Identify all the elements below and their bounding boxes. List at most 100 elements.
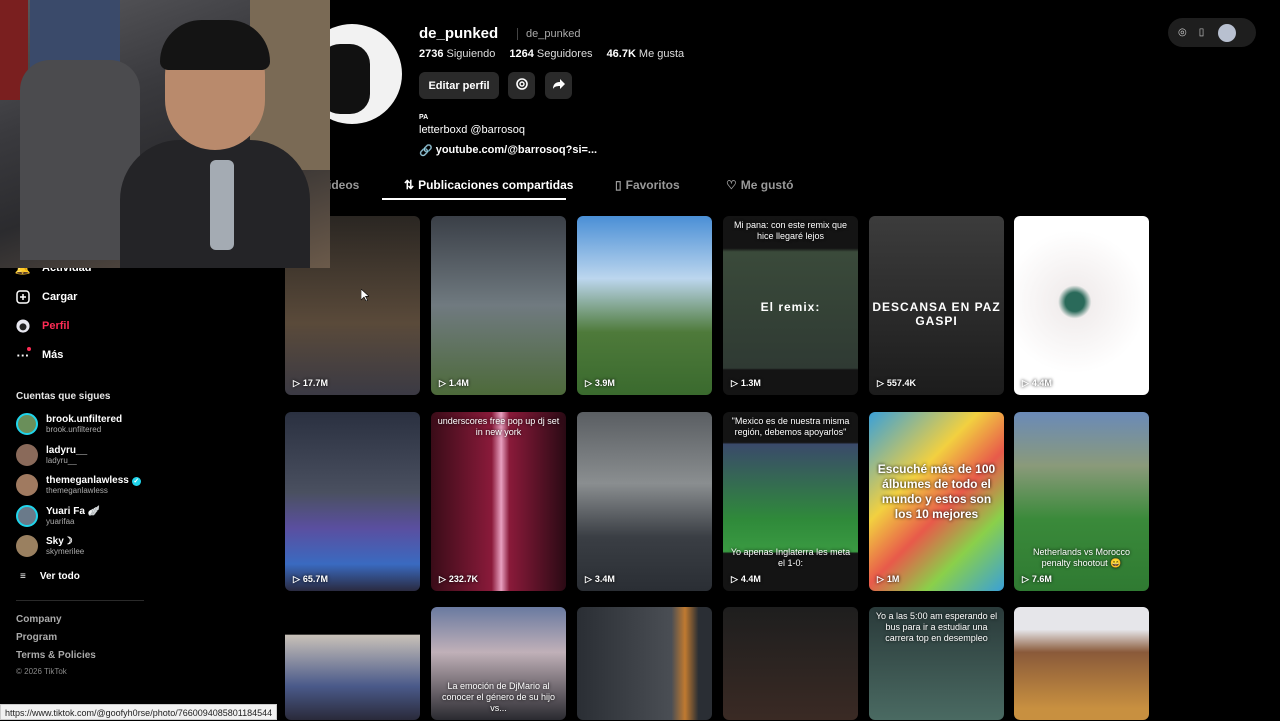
phone-icon[interactable]: ▯ bbox=[1199, 27, 1205, 38]
following-section-title: Cuentas que sigues bbox=[16, 391, 111, 402]
view-count: ▷ 17.7M bbox=[293, 378, 328, 388]
video-thumbnail[interactable]: Escuché más de 100 álbumes de todo el mu… bbox=[869, 412, 1004, 591]
gear-icon bbox=[515, 77, 529, 94]
play-icon: ▷ bbox=[731, 574, 738, 584]
video-caption: La emoción de DjMario al conocer el géne… bbox=[441, 681, 556, 713]
video-caption: Yo a las 5:00 am esperando el bus para i… bbox=[875, 611, 998, 643]
video-caption: "Mexico es de nuestra misma región, debe… bbox=[731, 416, 850, 437]
following-account[interactable]: Yuari Fa 🪽 yuarifaa bbox=[16, 505, 100, 527]
bookmark-icon: ▯ bbox=[615, 178, 622, 192]
view-count: ▷ 557.4K bbox=[877, 378, 916, 388]
view-count: ▷ 65.7M bbox=[293, 574, 328, 584]
video-caption: Yo apenas Inglaterra les meta el 1-0: bbox=[730, 547, 851, 568]
video-thumbnail[interactable]: DESCANSA EN PAZ GASPI ▷ 557.4K bbox=[869, 216, 1004, 395]
webcam-overlay bbox=[0, 0, 330, 268]
tab-reposts[interactable]: ⇅ Publicaciones compartidas bbox=[404, 178, 573, 192]
video-thumbnail[interactable]: ▷ 1.4M bbox=[431, 216, 566, 395]
bio-line: PA bbox=[419, 114, 429, 121]
play-icon: ▷ bbox=[1022, 378, 1029, 388]
mouse-cursor-icon bbox=[361, 289, 369, 301]
tab-videos[interactable]: ideos bbox=[328, 178, 359, 192]
share-profile-button[interactable] bbox=[545, 72, 572, 99]
video-thumbnail[interactable] bbox=[285, 607, 420, 720]
sidebar-item-more[interactable]: ··· Más bbox=[16, 347, 64, 363]
avatar bbox=[16, 474, 38, 496]
tab-liked[interactable]: ♡ Me gustó bbox=[726, 178, 793, 192]
list-icon: ≡ bbox=[20, 571, 26, 582]
repost-icon: ⇅ bbox=[404, 178, 415, 192]
settings-button[interactable] bbox=[508, 72, 535, 99]
share-arrow-icon bbox=[552, 77, 566, 94]
video-caption: underscores free pop up dj set in new yo… bbox=[437, 416, 560, 437]
video-thumbnail[interactable]: ▷ 3.9M bbox=[577, 216, 712, 395]
video-thumbnail[interactable]: "Mexico es de nuestra misma región, debe… bbox=[723, 412, 858, 591]
view-count: ▷ 1M bbox=[877, 574, 900, 584]
video-caption: DESCANSA EN PAZ GASPI bbox=[872, 300, 1001, 328]
video-thumbnail[interactable]: ▷ 3.4M bbox=[577, 412, 712, 591]
play-icon: ▷ bbox=[731, 378, 738, 388]
see-all-button[interactable]: ≡ Ver todo bbox=[20, 571, 80, 582]
following-account[interactable]: Sky☽ skymerilee bbox=[16, 535, 84, 557]
view-count: ▷ 1.4M bbox=[439, 378, 469, 388]
following-account[interactable]: themeganlawless ✓ themeganlawless bbox=[16, 474, 141, 496]
video-thumbnail[interactable]: Netherlands vs Morocco penalty shootout … bbox=[1014, 412, 1149, 591]
sidebar-item-label: Cargar bbox=[42, 291, 78, 303]
top-right-toolbar: ◎ ▯ bbox=[1168, 18, 1256, 47]
footer-link-company[interactable]: Company bbox=[16, 614, 62, 625]
video-thumbnail[interactable]: underscores free pop up dj set in new yo… bbox=[431, 412, 566, 591]
divider bbox=[16, 600, 144, 601]
video-thumbnail[interactable]: Mi pana: con este remix que hice llegaré… bbox=[723, 216, 858, 395]
link-icon: 🔗 bbox=[419, 145, 433, 157]
avatar bbox=[16, 505, 38, 527]
tab-favorites[interactable]: ▯ Favoritos bbox=[615, 178, 680, 192]
video-thumbnail[interactable]: ▷ 4.4M bbox=[1014, 216, 1149, 395]
view-count: ▷ 3.9M bbox=[585, 378, 615, 388]
profile-tabs: ideos ⇅ Publicaciones compartidas ▯ Favori… bbox=[300, 172, 1200, 200]
profile-username: de_punked bbox=[419, 25, 499, 42]
user-avatar[interactable] bbox=[1218, 23, 1237, 42]
likes-stat: 46.7K Me gusta bbox=[606, 48, 685, 60]
bio-line: letterboxd @barrosoq bbox=[419, 124, 525, 136]
following-account[interactable]: ladyru__ ladyru__ bbox=[16, 444, 87, 466]
play-icon: ▷ bbox=[439, 574, 446, 584]
video-thumbnail[interactable]: La emoción de DjMario al conocer el géne… bbox=[431, 607, 566, 720]
profile-avatar[interactable] bbox=[330, 24, 402, 124]
play-icon: ▷ bbox=[877, 574, 884, 584]
video-caption: Mi pana: con este remix que hice llegaré… bbox=[733, 220, 848, 241]
following-account[interactable]: brook.unfiltered brook.unfiltered bbox=[16, 413, 122, 435]
footer-link-program[interactable]: Program bbox=[16, 632, 57, 643]
verified-badge-icon: ✓ bbox=[131, 477, 141, 486]
video-thumbnail[interactable] bbox=[1014, 607, 1149, 720]
sidebar-item-upload[interactable]: Cargar bbox=[16, 290, 77, 304]
video-thumbnail[interactable]: ▷ 65.7M bbox=[285, 412, 420, 591]
edit-profile-button[interactable]: Editar perfil bbox=[419, 72, 499, 99]
profile-nickname: de_punked bbox=[517, 28, 580, 40]
compass-icon[interactable]: ◎ bbox=[1178, 27, 1187, 38]
sidebar-item-label: Más bbox=[42, 349, 64, 361]
avatar bbox=[16, 413, 38, 435]
video-thumbnail[interactable] bbox=[577, 607, 712, 720]
avatar bbox=[16, 444, 38, 466]
view-count: ▷ 3.4M bbox=[585, 574, 615, 584]
more-dots-icon: ··· bbox=[16, 347, 31, 363]
following-stat[interactable]: 2736 Siguiendo bbox=[419, 48, 495, 60]
play-icon: ▷ bbox=[439, 378, 446, 388]
video-caption: Netherlands vs Morocco penalty shootout … bbox=[1032, 547, 1131, 568]
sidebar: 🔔 Actividad Cargar Perfil ··· Más Cuenta… bbox=[0, 260, 160, 720]
sidebar-item-profile[interactable]: Perfil bbox=[16, 319, 70, 333]
video-thumbnail[interactable]: Yo a las 5:00 am esperando el bus para i… bbox=[869, 607, 1004, 720]
profile-link[interactable]: 🔗 youtube.com/@barrosoq?si=... bbox=[419, 144, 597, 157]
footer-link-terms[interactable]: Terms & Policies bbox=[16, 650, 96, 661]
view-count: ▷ 232.7K bbox=[439, 574, 478, 584]
sidebar-item-label: Perfil bbox=[42, 320, 70, 332]
play-icon: ▷ bbox=[293, 574, 300, 584]
play-icon: ▷ bbox=[585, 378, 592, 388]
heart-icon: ♡ bbox=[726, 178, 737, 192]
followers-stat[interactable]: 1264 Seguidores bbox=[509, 48, 592, 60]
play-icon: ▷ bbox=[585, 574, 592, 584]
avatar bbox=[16, 535, 38, 557]
video-caption: Escuché más de 100 álbumes de todo el mu… bbox=[877, 462, 996, 521]
video-thumbnail[interactable] bbox=[723, 607, 858, 720]
active-tab-indicator bbox=[382, 198, 566, 200]
play-icon: ▷ bbox=[1022, 574, 1029, 584]
